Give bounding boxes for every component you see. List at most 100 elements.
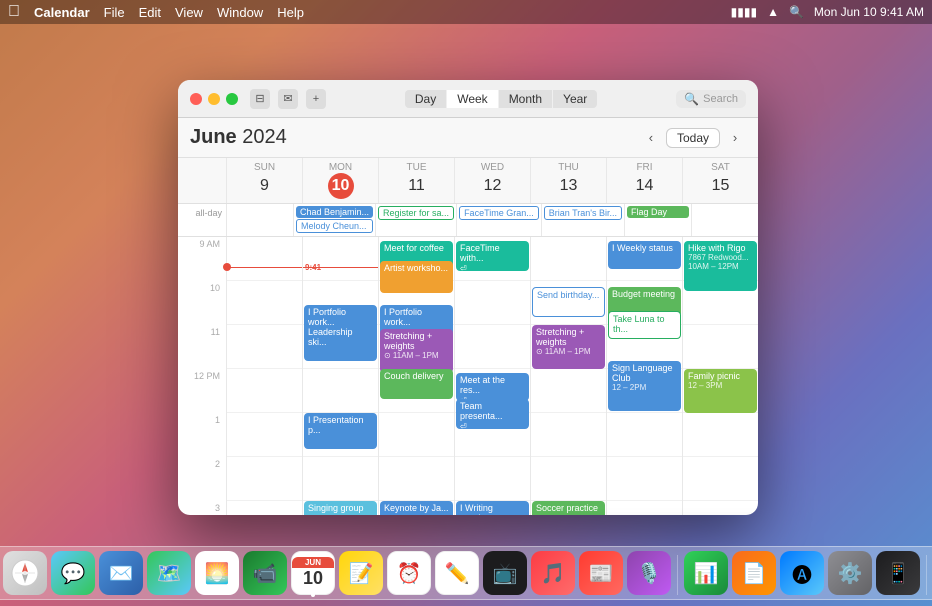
email-button[interactable]: ✉: [278, 89, 298, 109]
event-couch-delivery[interactable]: Couch delivery: [380, 369, 453, 399]
col-wed: FaceTime with... ⏎ Meet at the res... ⏎ …: [454, 237, 530, 515]
today-btn[interactable]: Today: [666, 128, 720, 148]
dock-icon-facetime[interactable]: 📹: [243, 551, 287, 595]
event-soccer[interactable]: Soccer practice ⏎: [532, 501, 605, 515]
title-bar-controls: ⊟ ✉ +: [250, 89, 326, 109]
day-header-tue[interactable]: Tue 11: [378, 158, 454, 203]
allday-wed: FaceTime Gran...: [456, 204, 541, 236]
month-view-btn[interactable]: Month: [499, 90, 552, 108]
dock-icon-safari[interactable]: [3, 551, 47, 595]
dock-icon-messages[interactable]: 💬: [51, 551, 95, 595]
allday-mon: Chad Benjamin... Melody Cheun...: [293, 204, 375, 236]
add-event-button[interactable]: +: [306, 89, 326, 109]
event-flag-day[interactable]: Flag Day: [627, 206, 689, 218]
next-btn[interactable]: ›: [724, 127, 746, 149]
event-chad-benjamin[interactable]: Chad Benjamin...: [296, 206, 373, 218]
dock-icon-photos[interactable]: 🌅: [195, 551, 239, 595]
dock-icon-podcasts[interactable]: 🎙️: [627, 551, 671, 595]
event-weekly-status[interactable]: I Weekly status: [608, 241, 681, 269]
event-artist-workshop[interactable]: Artist worksho...: [380, 261, 453, 293]
event-hike[interactable]: Hike with Rigo 7867 Redwood... 10AM – 12…: [684, 241, 757, 291]
year-view-btn[interactable]: Year: [553, 90, 597, 108]
menu-window[interactable]: Window: [217, 5, 263, 20]
day-header-fri[interactable]: Fri 14: [606, 158, 682, 203]
dock-icon-numbers[interactable]: 📊: [684, 551, 728, 595]
calendar-window: ⊟ ✉ + Day Week Month Year 🔍 Search June …: [178, 80, 758, 515]
dock-icon-maps[interactable]: 🗺️: [147, 551, 191, 595]
dock-icon-music[interactable]: 🎵: [531, 551, 575, 595]
day-header-thu[interactable]: Thu 13: [530, 158, 606, 203]
menu-file[interactable]: File: [104, 5, 125, 20]
dock-icon-news[interactable]: 📰: [579, 551, 623, 595]
prev-btn[interactable]: ‹: [640, 127, 662, 149]
week-view-btn[interactable]: Week: [447, 90, 497, 108]
time-11: 11: [178, 325, 226, 369]
event-stretching-thu[interactable]: Stretching + weights ⊙ 11AM – 1PM: [532, 325, 605, 369]
event-presentation-mon[interactable]: I Presentation p...: [304, 413, 377, 449]
day-header-mon[interactable]: Mon 10: [302, 158, 378, 203]
time-3: 3: [178, 501, 226, 515]
search-box[interactable]: 🔍 Search: [676, 90, 746, 108]
allday-sat: [691, 204, 758, 236]
allday-row: all-day Chad Benjamin... Melody Cheun...…: [178, 204, 758, 237]
dock-icon-iphone[interactable]: 📱: [876, 551, 920, 595]
event-facetime-with[interactable]: FaceTime with... ⏎: [456, 241, 529, 271]
time-12pm: 12 PM: [178, 369, 226, 413]
day-view-btn[interactable]: Day: [405, 90, 446, 108]
menu-bar:  Calendar File Edit View Window Help ▮▮…: [0, 0, 932, 24]
col-tue: Meet for coffee Artist worksho... I Port…: [378, 237, 454, 515]
event-meet-res[interactable]: Meet at the res... ⏎: [456, 373, 529, 401]
search-placeholder: Search: [703, 93, 738, 105]
event-family-picnic[interactable]: Family picnic 12 – 3PM: [684, 369, 757, 413]
time-labels: 9 AM 10 11 12 PM 1 2 3 4 5 6 7 8: [178, 237, 226, 515]
calendar-nav: ‹ Today ›: [640, 127, 746, 149]
allday-sun: [226, 204, 293, 236]
time-10: 10: [178, 281, 226, 325]
event-singing-mon[interactable]: Singing group: [304, 501, 377, 515]
event-team-presenta[interactable]: Team presenta... ⏎: [456, 399, 529, 429]
event-melody[interactable]: Melody Cheun...: [296, 219, 373, 233]
menu-edit[interactable]: Edit: [139, 5, 161, 20]
dock-icon-reminders[interactable]: ⏰: [387, 551, 431, 595]
dock-icon-pages[interactable]: 📄: [732, 551, 776, 595]
event-brian-tran[interactable]: Brian Tran's Bir...: [544, 206, 622, 220]
allday-thu: Brian Tran's Bir...: [541, 204, 624, 236]
event-register[interactable]: Register for sa...: [378, 206, 454, 220]
menu-bar-left:  Calendar File Edit View Window Help: [8, 3, 304, 21]
dock-icon-appstore[interactable]: 🅐: [780, 551, 824, 595]
event-take-luna[interactable]: Take Luna to th...: [608, 311, 681, 339]
event-writing-session[interactable]: I Writing sessio... ⏎: [456, 501, 529, 515]
title-bar: ⊟ ✉ + Day Week Month Year 🔍 Search: [178, 80, 758, 118]
menu-view[interactable]: View: [175, 5, 203, 20]
title-bar-right: 🔍 Search: [676, 90, 746, 108]
dock-icon-calendar[interactable]: JUN 10: [291, 551, 335, 595]
traffic-lights: [190, 93, 238, 105]
sidebar-toggle[interactable]: ⊟: [250, 89, 270, 109]
minimize-button[interactable]: [208, 93, 220, 105]
day-header-wed[interactable]: Wed 12: [454, 158, 530, 203]
close-button[interactable]: [190, 93, 202, 105]
event-facetime-gran[interactable]: FaceTime Gran...: [459, 206, 539, 220]
menu-app-name[interactable]: Calendar: [34, 5, 90, 20]
dock: 🚀 💬 ✉️ 🗺️ 🌅 📹 JUN 10 📝 ⏰ ✏️ 📺 🎵 📰 🎙️ 📊 📄…: [0, 546, 932, 600]
fullscreen-button[interactable]: [226, 93, 238, 105]
battery-icon: ▮▮▮▮: [731, 5, 757, 19]
menu-help[interactable]: Help: [277, 5, 304, 20]
day-header-sun[interactable]: Sun 9: [226, 158, 302, 203]
event-keynote-ja[interactable]: Keynote by Ja...: [380, 501, 453, 515]
apple-menu[interactable]: : [8, 3, 20, 21]
dock-icon-mail[interactable]: ✉️: [99, 551, 143, 595]
event-send-birthday[interactable]: Send birthday...: [532, 287, 605, 317]
event-stretching-tue[interactable]: Stretching + weights ⊙ 11AM – 1PM: [380, 329, 453, 373]
event-sign-language[interactable]: Sign Language Club 12 – 2PM: [608, 361, 681, 411]
col-mon: 9:41 I Portfolio work... Leadership ski.…: [302, 237, 378, 515]
time-2: 2: [178, 457, 226, 501]
search-icon: 🔍: [684, 92, 699, 106]
dock-icon-freeform[interactable]: ✏️: [435, 551, 479, 595]
dock-icon-settings[interactable]: ⚙️: [828, 551, 872, 595]
day-header-sat[interactable]: Sat 15: [682, 158, 758, 203]
dock-icon-notes[interactable]: 📝: [339, 551, 383, 595]
dock-icon-appletv[interactable]: 📺: [483, 551, 527, 595]
event-leadership-mon[interactable]: Leadership ski...: [304, 325, 377, 361]
month-year-title: June 2024: [190, 126, 287, 149]
